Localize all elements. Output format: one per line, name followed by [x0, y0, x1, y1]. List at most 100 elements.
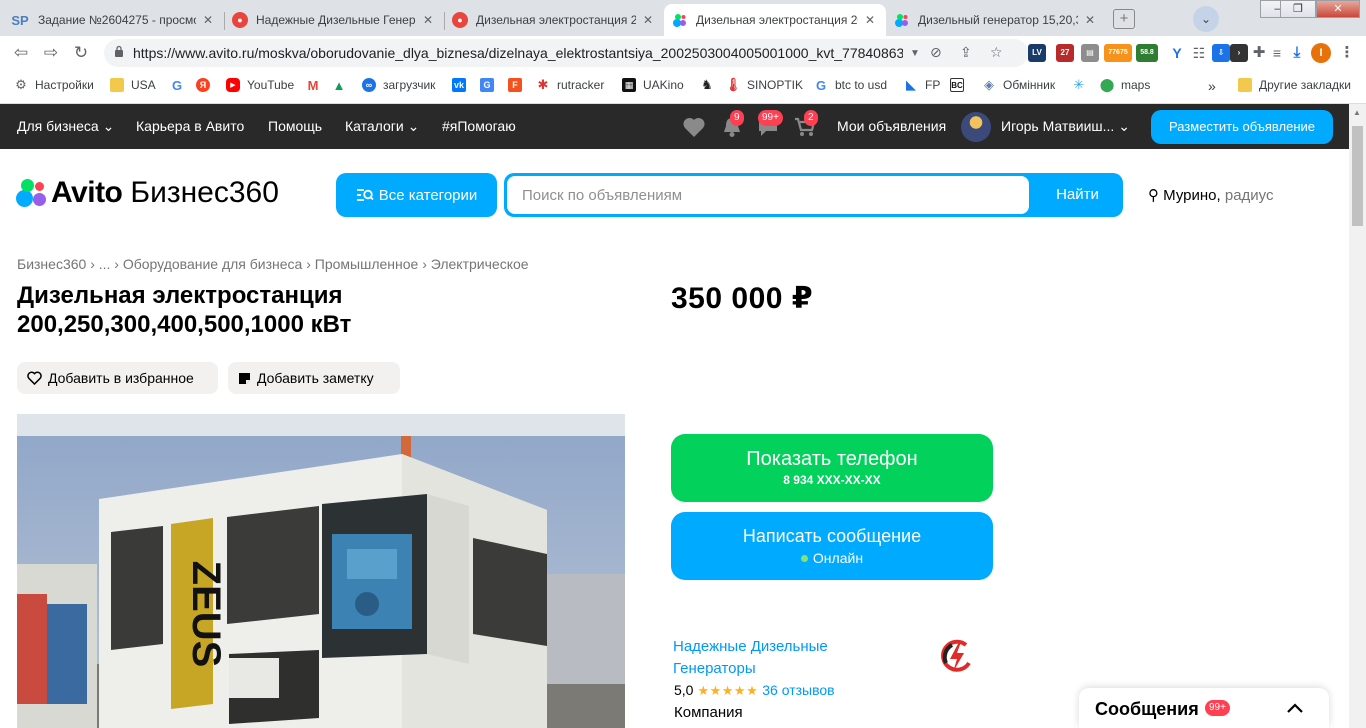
- seller-name-link[interactable]: Надежные Дизельные Генераторы: [673, 636, 873, 680]
- tab-search-chevron-icon[interactable]: ⌄: [1193, 6, 1219, 32]
- other-bookmarks[interactable]: Другие закладки: [1238, 78, 1351, 92]
- bookmark-star[interactable]: ✳: [1072, 77, 1093, 92]
- new-tab-button[interactable]: +: [1113, 9, 1135, 29]
- location-selector[interactable]: ⚲ Мурино, радиус: [1148, 186, 1274, 204]
- bookmark-drive[interactable]: ▲: [332, 78, 353, 93]
- logo-business-text: Бизнес360: [130, 176, 279, 209]
- downloads-icon[interactable]: ⤓: [1288, 44, 1306, 62]
- career-link[interactable]: Карьера в Авито: [136, 118, 244, 134]
- bookmark-translate[interactable]: G: [480, 78, 501, 92]
- search-button[interactable]: Найти: [1032, 173, 1123, 217]
- bookmark-fp[interactable]: ◣ FP: [904, 77, 940, 92]
- close-tab-icon[interactable]: ✕: [862, 13, 878, 27]
- avito-business360-logo[interactable]: Avito Бизнес360: [16, 176, 279, 210]
- breadcrumb[interactable]: Бизнес360 › ... › Оборудование для бизне…: [17, 256, 529, 272]
- bookmarks-overflow[interactable]: »: [1208, 78, 1216, 94]
- bookmark-google[interactable]: G: [170, 78, 191, 93]
- page-scrollbar[interactable]: ▲: [1349, 104, 1366, 728]
- messages-panel[interactable]: Сообщения 99+: [1079, 688, 1329, 728]
- catalogs-menu[interactable]: Каталоги ⌄: [345, 118, 419, 135]
- scroll-up-arrow-icon[interactable]: ▲: [1353, 108, 1361, 117]
- reviews-link[interactable]: 36 отзывов: [762, 682, 834, 698]
- user-avatar[interactable]: [961, 112, 991, 142]
- reading-list-icon[interactable]: ≡: [1268, 44, 1286, 62]
- button-label: Показать телефон: [746, 448, 918, 470]
- back-arrow-icon[interactable]: ⇦: [10, 43, 32, 63]
- note-icon: [239, 372, 250, 384]
- browser-tab-active[interactable]: Дизельная электростанция 200 ✕: [664, 4, 886, 36]
- blocked-popup-icon[interactable]: ⊘: [930, 44, 942, 61]
- chevron-up-icon[interactable]: [1285, 698, 1305, 718]
- online-dot-icon: [800, 555, 808, 562]
- bookmark-maps[interactable]: ⬤ maps: [1100, 77, 1151, 92]
- bookmark-youtube[interactable]: ▶ YouTube: [226, 78, 294, 92]
- btc-price-icon[interactable]: 77675: [1104, 44, 1132, 62]
- extension-27-icon[interactable]: 27: [1056, 44, 1074, 62]
- bookmark-settings[interactable]: ⚙ Настройки: [14, 77, 94, 92]
- scrollbar-thumb[interactable]: [1352, 126, 1363, 226]
- chrome-menu-icon[interactable]: ⋮: [1338, 44, 1356, 62]
- browser-tab-3[interactable]: ● Дизельная электростанция 200 ✕: [444, 4, 664, 36]
- bookmark-exchanger[interactable]: ◈ Обмінник: [982, 77, 1056, 92]
- close-window-button[interactable]: ✕: [1316, 0, 1360, 18]
- bookmark-label: загрузчик: [383, 78, 436, 92]
- menu-label: Каталоги: [345, 118, 404, 134]
- arrow-extension-icon[interactable]: ›: [1230, 44, 1248, 62]
- help-link[interactable]: Помощь: [268, 118, 322, 134]
- close-tab-icon[interactable]: ✕: [1082, 13, 1098, 27]
- bookmark-bc[interactable]: BC: [950, 78, 971, 92]
- lv-extension-icon[interactable]: LV: [1028, 44, 1046, 62]
- v-extension-icon[interactable]: Y: [1168, 44, 1186, 62]
- bookmark-f[interactable]: F: [508, 78, 529, 92]
- bookmark-star-icon[interactable]: ☆: [990, 44, 1003, 61]
- add-note-button[interactable]: Добавить заметку: [228, 362, 400, 394]
- ya-help-link[interactable]: #яПомогаю: [442, 118, 516, 134]
- user-menu[interactable]: Игорь Матвииш... ⌄: [1001, 118, 1130, 135]
- seller-logo-icon[interactable]: [936, 636, 978, 678]
- browser-tab-5[interactable]: Дизельный генератор 15,20,30 ✕: [886, 4, 1106, 36]
- for-business-menu[interactable]: Для бизнеса ⌄: [17, 118, 114, 135]
- bookmark-uakino[interactable]: ▦ UAKino: [622, 78, 684, 92]
- write-message-button[interactable]: Написать сообщение Онлайн: [671, 512, 993, 580]
- bookmark-chess[interactable]: ♞: [700, 77, 721, 92]
- reload-icon[interactable]: ↻: [70, 43, 92, 63]
- restore-window-button[interactable]: ❐: [1280, 0, 1316, 18]
- all-categories-button[interactable]: Все категории: [336, 173, 497, 217]
- add-favorite-button[interactable]: Добавить в избранное: [17, 362, 218, 394]
- bookmark-vk[interactable]: vk: [452, 78, 473, 92]
- bookmark-btc[interactable]: Gbtc to usd: [814, 77, 887, 93]
- bookmark-gmail[interactable]: M: [306, 78, 327, 93]
- google-icon: G: [815, 77, 827, 93]
- bookmark-rutracker[interactable]: ✱ rutracker: [536, 77, 605, 92]
- printer-extension-icon[interactable]: ▤: [1081, 44, 1099, 62]
- profile-avatar[interactable]: I: [1311, 43, 1331, 63]
- close-tab-icon[interactable]: ✕: [640, 13, 656, 27]
- search-input[interactable]: [507, 176, 1029, 214]
- tune-extension-icon[interactable]: ☷: [1190, 44, 1208, 62]
- bookmark-sinoptik[interactable]: 🌡 SINOPTIK: [725, 77, 803, 92]
- close-tab-icon[interactable]: ✕: [420, 13, 436, 27]
- download-extension-icon[interactable]: ⇩: [1212, 44, 1230, 62]
- bookmark-label: Обмінник: [1003, 78, 1056, 92]
- show-phone-button[interactable]: Показать телефон 8 934 XXX-XX-XX: [671, 434, 993, 502]
- post-ad-button[interactable]: Разместить объявление: [1151, 110, 1333, 144]
- url-dropdown-icon[interactable]: ▼: [910, 48, 920, 59]
- item-photo[interactable]: ZEUS: [17, 414, 625, 728]
- browser-tab-2[interactable]: ● Надежные Дизельные Генераторы ✕: [224, 4, 444, 36]
- browser-tab-1[interactable]: SP Задание №2604275 - просмотр ✕: [2, 4, 224, 36]
- extensions-puzzle-icon[interactable]: ✚: [1250, 44, 1268, 62]
- forward-arrow-icon[interactable]: ⇨: [40, 43, 62, 63]
- my-ads-link[interactable]: Мои объявления: [837, 118, 946, 134]
- avito-top-bar: Для бизнеса ⌄ Карьера в Авито Помощь Кат…: [0, 104, 1366, 149]
- tab-title: Задание №2604275 - просмотр: [38, 13, 196, 27]
- share-icon[interactable]: ⇪: [960, 44, 972, 61]
- tab-title: Дизельная электростанция 200: [476, 13, 636, 27]
- favorites-heart-icon[interactable]: [682, 116, 706, 138]
- bookmark-downloader[interactable]: ∞ загрузчик: [362, 78, 435, 92]
- ltc-price-icon[interactable]: 58.8: [1136, 44, 1158, 62]
- radius-label: радиус: [1224, 187, 1274, 204]
- close-tab-icon[interactable]: ✕: [200, 13, 216, 27]
- bookmark-usa[interactable]: USA: [110, 78, 156, 92]
- bookmark-yandex[interactable]: Я: [196, 78, 217, 92]
- address-bar[interactable]: https://www.avito.ru/moskva/oborudovanie…: [104, 39, 1028, 67]
